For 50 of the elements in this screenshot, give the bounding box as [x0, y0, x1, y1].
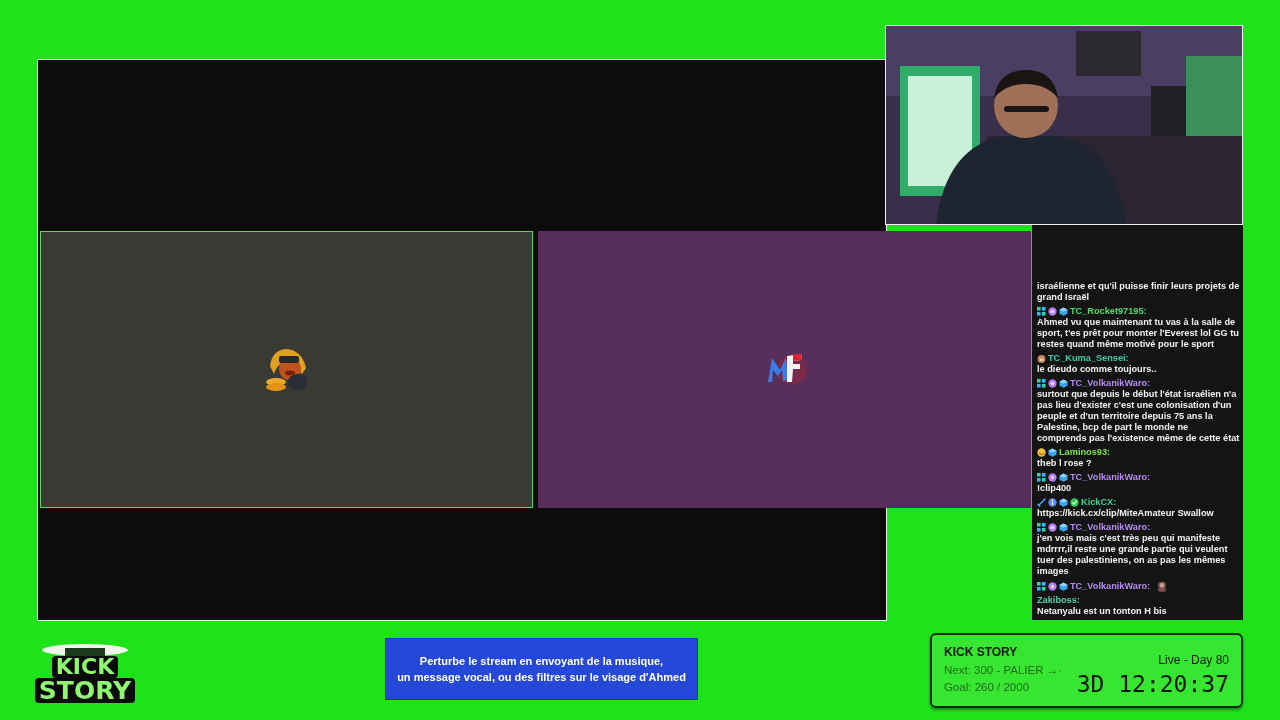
chat-username[interactable]: TC_Rocket97195: [1070, 306, 1147, 317]
chat-username[interactable]: TC_VolkanikWaro: [1070, 378, 1151, 389]
chat-message-text: Netanyalu est un tonton H bis [1037, 606, 1167, 617]
circle-badge-icon [1048, 379, 1057, 388]
info-icon [1048, 498, 1057, 507]
chat-username[interactable]: TC_VolkanikWaro: [1070, 522, 1151, 533]
verified-icon [1070, 498, 1079, 507]
chat-message-text: !clip400 [1037, 483, 1072, 494]
cube-icon [1059, 473, 1068, 482]
cube-icon [1059, 498, 1068, 507]
chat-username[interactable]: TC_VolkanikWaro: [1070, 472, 1151, 483]
chat-message-text: Ahmed vu que maintenant tu vas à la salle de sport, t'es prêt pour monter l'Everest lol GG tu restes quand même motivé pour le sport [1037, 317, 1240, 350]
banner-text: Perturbe le stream en envoyant de la musique, [419, 654, 664, 669]
chat-username[interactable]: Laminos93: [1059, 447, 1111, 458]
squares-icon [1037, 473, 1046, 482]
chat-username[interactable]: TC_VolkanikWaro: [1070, 580, 1151, 592]
chat-message-text: theb l rose ? [1037, 458, 1092, 469]
chat-message-text: j'en vois mais c'est très peu qui manifeste mdrrrr,il reste une grande partie qui veulent tuer des palestiniens, on as pas les mêmes images [1037, 533, 1229, 577]
chat-message-text: surtout que depuis le début l'état israélien n'a pas lieu d'exister c'est une colonisation d'un peuple et d'un territoire depuis 75 ans la Palestine, bcp de part le monde ne comprends pas l'existence même de cette état [1037, 389, 1240, 444]
cube-icon [1059, 523, 1068, 532]
next-tier-text: Next: 300 - PALIER →· [944, 663, 1063, 678]
cube-icon [1059, 581, 1068, 591]
cube-icon [1048, 448, 1057, 457]
smiley-icon [1037, 448, 1046, 457]
circle-badge-icon [1048, 581, 1057, 591]
circle-badge-icon [1048, 473, 1057, 482]
squares-icon [1037, 581, 1046, 591]
chat-username[interactable]: TC_Kuma_Sensei: [1048, 353, 1129, 364]
squares-icon [1037, 307, 1046, 316]
squares-icon [1037, 379, 1046, 388]
logo-text: KICK [51, 656, 119, 678]
chat-username[interactable]: Zakiboss: [1037, 595, 1080, 606]
chat-username[interactable]: KickCX: [1081, 497, 1117, 508]
logo-text: STORY [34, 678, 136, 703]
banner-text: un message vocal, ou des filtres sur le visage d'Ahmed [397, 670, 686, 685]
cube-icon [1059, 379, 1068, 388]
countdown-timer: 3D 12:20:37 [1076, 671, 1229, 697]
circle-badge-icon [1048, 307, 1057, 316]
squares-icon [1037, 523, 1046, 532]
chat-message-text: israélienne et qu'il puisse finir leurs projets de grand Israël [1037, 281, 1240, 303]
cap-icon [41, 642, 129, 656]
sword-icon [1037, 498, 1046, 507]
circle-badge-icon [1048, 523, 1057, 532]
bear-icon [1037, 354, 1046, 363]
live-day-text: Live - Day 80 [1158, 653, 1229, 667]
goal-title: KICK STORY [944, 645, 1019, 659]
chat-message-text: https://kick.cx/clip/MiteAmateur Swallow [1037, 508, 1214, 519]
cube-icon [1059, 307, 1068, 316]
goal-progress-text: Goal: 260 / 2000 [944, 680, 1031, 695]
chat-message-text: le dieudo comme toujours.. [1037, 364, 1157, 375]
